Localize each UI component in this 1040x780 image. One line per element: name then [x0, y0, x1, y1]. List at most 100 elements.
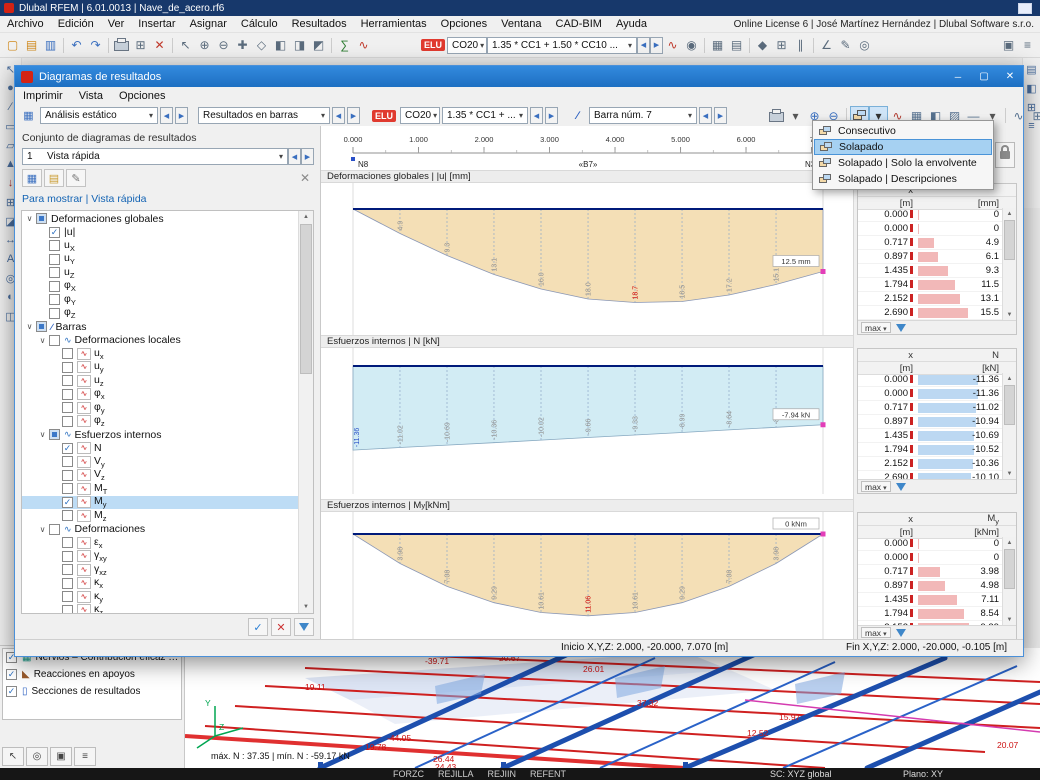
checkbox[interactable] — [62, 483, 73, 495]
menu-edicion[interactable]: Edición — [51, 18, 101, 30]
dialog-menu-imprimir[interactable]: Imprimir — [15, 90, 71, 102]
max-filter-button[interactable]: max — [861, 322, 891, 333]
diagram-2[interactable]: -11.02 -10.69 -10.36 -10.02 -9.66 -9.33 -8.99 -… — [321, 348, 853, 494]
menu-ver[interactable]: Ver — [101, 18, 132, 30]
expand-icon[interactable]: ∨ — [37, 525, 48, 534]
checkbox[interactable] — [49, 334, 60, 346]
apply-selection-icon[interactable] — [248, 618, 268, 636]
co-combo[interactable]: CO20 — [447, 36, 487, 54]
checkbox[interactable] — [62, 348, 73, 360]
maximize-icon[interactable] — [971, 66, 997, 87]
visibility-icon[interactable]: ◎ — [855, 36, 874, 55]
next-loadcase-button[interactable] — [650, 36, 663, 54]
tree-item-esfuerzos-internos[interactable]: ∨ ∿ Esfuerzos internos — [22, 428, 299, 442]
guidelines-icon[interactable]: ∥ — [791, 36, 810, 55]
tables-icon[interactable]: ▤ — [727, 36, 746, 55]
checkbox[interactable] — [62, 577, 73, 589]
tree-item-ux[interactable]: uX — [22, 239, 299, 253]
tree-item-z[interactable]: φZ — [22, 306, 299, 320]
panel-item-secciones-de-resultados[interactable]: ✓ ▯ Secciones de resultados — [3, 683, 181, 700]
member-combo[interactable]: Barra núm. 7 — [589, 107, 697, 124]
member-next-button[interactable] — [714, 107, 727, 124]
result-type-combo[interactable]: Resultados en barras — [198, 107, 330, 124]
zoom-window-icon[interactable]: ⊕ — [195, 36, 214, 55]
expand-icon[interactable]: ∨ — [24, 214, 35, 223]
undo-icon[interactable]: ↶ — [67, 36, 86, 55]
diagram-1[interactable]: 4.9 9.3 13.1 16.0 18.0 18.7 18.5 17.2 15.112.5 m… — [321, 183, 853, 335]
table-row[interactable]: 0.000 0 — [858, 222, 1016, 236]
tree-item-vz[interactable]: ∿ Vz — [22, 468, 299, 482]
tree-scrollbar[interactable] — [298, 211, 313, 613]
dialog-co-combo[interactable]: CO20 — [400, 107, 440, 124]
menu-asignar[interactable]: Asignar — [183, 18, 234, 30]
table-row[interactable]: 1.435 7.11 — [858, 593, 1016, 607]
checkbox[interactable] — [62, 537, 73, 549]
overlay-option-solapado-descripciones[interactable]: Solapado | Descripciones — [814, 171, 992, 187]
table-row[interactable]: 1.794 8.54 — [858, 607, 1016, 621]
tree-item-n[interactable]: ✓ ∿ N — [22, 442, 299, 456]
status-toggle-refent[interactable]: REFENT — [530, 768, 566, 780]
properties-icon[interactable]: ◧ — [1023, 79, 1040, 97]
restore-window-icon[interactable] — [1018, 2, 1032, 14]
checkbox[interactable] — [62, 361, 73, 373]
checkbox[interactable]: ✓ — [6, 669, 17, 680]
diagram-area[interactable]: 0.0001.0002.0003.0004.0005.0006.0007.17N… — [321, 126, 853, 640]
table-row[interactable]: 1.435 -10.69 — [858, 429, 1016, 443]
tree-item-xz[interactable]: ∿ γxz — [22, 563, 299, 577]
tree-item-y[interactable]: ∿ κy — [22, 590, 299, 604]
checkbox[interactable] — [62, 604, 73, 613]
minimize-icon[interactable] — [945, 66, 971, 87]
tree-item-mz[interactable]: ∿ Mz — [22, 509, 299, 523]
analysis-combo[interactable]: Análisis estático — [40, 107, 158, 124]
tree-item-deformaciones[interactable]: ∨ ∿ Deformaciones — [22, 523, 299, 537]
checkbox[interactable] — [62, 550, 73, 562]
visibility-mode-icon[interactable]: ◎ — [26, 747, 48, 766]
previous-loadcase-button[interactable] — [637, 36, 650, 54]
redo-icon[interactable]: ↷ — [86, 36, 105, 55]
filter-icon[interactable] — [895, 628, 906, 637]
grid-icon[interactable]: ⊞ — [772, 36, 791, 55]
snap-icon[interactable]: ◆ — [753, 36, 772, 55]
table-scrollbar[interactable] — [1002, 537, 1016, 626]
delete-icon[interactable]: ✕ — [150, 36, 169, 55]
lock-icon[interactable] — [995, 142, 1015, 168]
scroll-thumb[interactable] — [1004, 220, 1015, 260]
panels-icon[interactable]: ▦ — [708, 36, 727, 55]
views-icon[interactable]: ▤ — [1023, 60, 1040, 78]
table-row[interactable]: 0.717 3.98 — [858, 565, 1016, 579]
load-prev-button[interactable] — [530, 107, 543, 124]
checkbox[interactable] — [36, 213, 47, 225]
tree-item-y[interactable]: φY — [22, 293, 299, 307]
calculate-icon[interactable]: ∑ — [335, 36, 354, 55]
view-x-icon[interactable]: ◧ — [271, 36, 290, 55]
checkbox[interactable] — [49, 280, 60, 292]
dialog-load-combo[interactable]: 1.35 * CC1 + ... — [442, 107, 528, 124]
scroll-down-icon[interactable] — [299, 601, 313, 613]
table-row[interactable]: 1.794 11.5 — [858, 278, 1016, 292]
view-y-icon[interactable]: ◨ — [290, 36, 309, 55]
tree-item-x[interactable]: ∿ κx — [22, 576, 299, 590]
table-scrollbar[interactable] — [1002, 208, 1016, 321]
checkbox[interactable] — [62, 469, 73, 481]
checkbox[interactable] — [62, 388, 73, 400]
table-row[interactable]: 0.897 -10.94 — [858, 415, 1016, 429]
scroll-thumb[interactable] — [1004, 549, 1015, 589]
select-icon[interactable]: ↖ — [176, 36, 195, 55]
member-prev-button[interactable] — [699, 107, 712, 124]
select-mode-icon[interactable]: ↖ — [2, 747, 24, 766]
layout-icon[interactable]: ≡ — [1018, 36, 1037, 55]
overlay-option-solapado[interactable]: Solapado — [814, 139, 992, 155]
isometric-view-icon[interactable]: ◇ — [252, 36, 271, 55]
table-row[interactable]: 0.000 -11.36 — [858, 373, 1016, 387]
view-z-icon[interactable]: ◩ — [309, 36, 328, 55]
checkbox[interactable] — [62, 415, 73, 427]
checkbox[interactable] — [62, 564, 73, 576]
diagram-3[interactable]: 3.98 7.08 9.29 10.61 11.06 10.61 9.29 7.08 3.98 0… — [321, 512, 853, 640]
checkbox[interactable] — [62, 402, 73, 414]
table-row[interactable]: 2.690 15.5 — [858, 306, 1016, 320]
table-row[interactable]: 0.000 0 — [858, 551, 1016, 565]
checkbox[interactable] — [62, 375, 73, 387]
scroll-up-icon[interactable] — [1003, 208, 1016, 220]
checkbox[interactable]: ✓ — [6, 686, 17, 697]
menu-ventana[interactable]: Ventana — [494, 18, 548, 30]
